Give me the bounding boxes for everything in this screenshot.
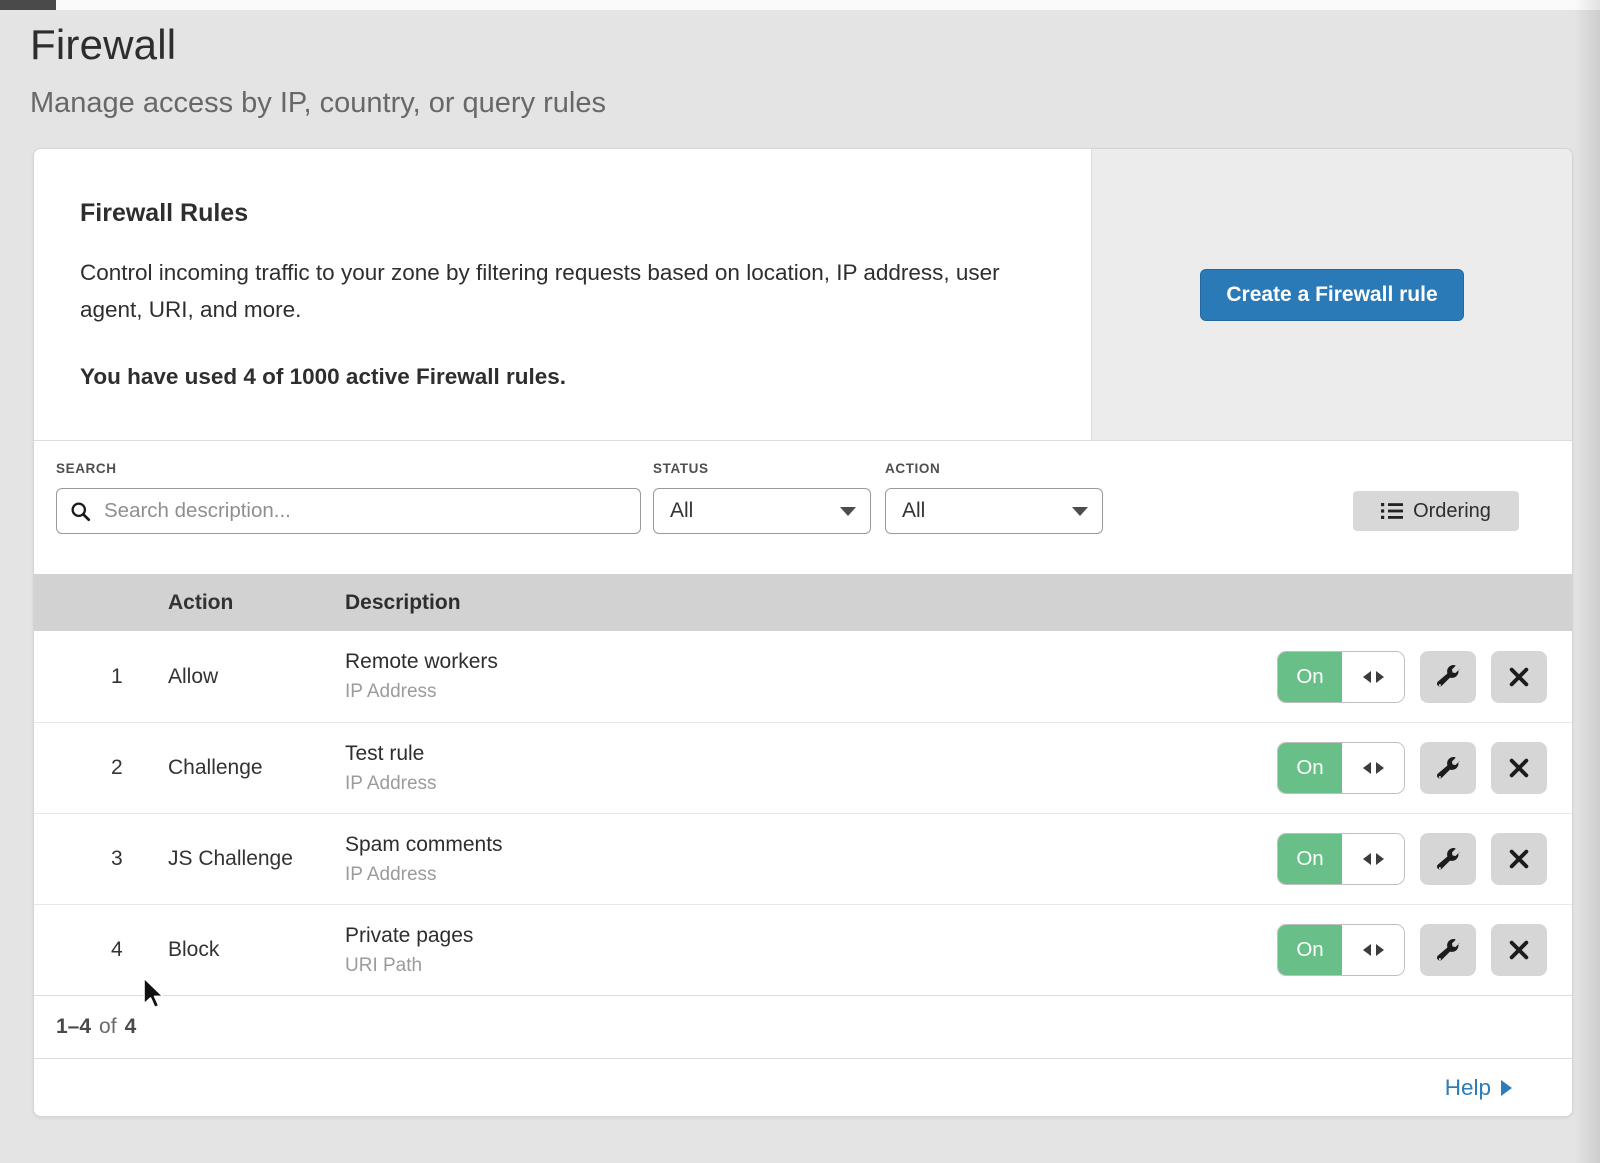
table-header: Action Description [34,574,1572,631]
close-icon [1508,757,1530,779]
column-header-action: Action [168,591,345,615]
card-top-section: Firewall Rules Control incoming traffic … [34,149,1572,441]
chevron-down-icon [840,507,856,516]
rule-controls: On [1277,651,1572,703]
help-link-label: Help [1445,1075,1491,1101]
rules-usage-text: You have used 4 of 1000 active Firewall … [80,364,1051,390]
rule-action: Challenge [168,756,345,780]
rule-action: Allow [168,665,345,689]
delete-rule-button[interactable] [1491,651,1547,703]
table-row: 1 Allow Remote workers IP Address On [34,631,1572,722]
edit-rule-button[interactable] [1420,651,1476,703]
window-top-strip [0,0,1600,10]
filters-bar: SEARCH STATUS All ACTION All Ordering [34,441,1572,574]
pagination-of: of [99,1015,117,1039]
arrow-right-icon [1501,1080,1512,1096]
rule-match-type: IP Address [345,681,1277,703]
table-row: 3 JS Challenge Spam comments IP Address … [34,813,1572,904]
edit-rule-button[interactable] [1420,924,1476,976]
create-firewall-rule-button[interactable]: Create a Firewall rule [1200,269,1463,321]
rule-enabled-toggle[interactable]: On [1277,924,1405,976]
ordering-button-label: Ordering [1413,500,1491,523]
window-top-corner [0,0,56,10]
card-top-text: Firewall Rules Control incoming traffic … [34,149,1091,440]
search-box[interactable] [56,488,641,534]
rule-priority: 3 [111,847,168,871]
close-icon [1508,848,1530,870]
close-icon [1508,939,1530,961]
action-label: ACTION [885,461,940,476]
rule-priority: 2 [111,756,168,780]
card-footer: Help [34,1058,1572,1116]
page-subtitle: Manage access by IP, country, or query r… [30,86,1600,120]
wrench-icon [1437,939,1460,962]
wrench-icon [1437,665,1460,688]
delete-rule-button[interactable] [1491,833,1547,885]
edit-rule-button[interactable] [1420,742,1476,794]
column-header-description: Description [345,591,1572,615]
card-description: Control incoming traffic to your zone by… [80,254,1030,328]
search-input[interactable] [102,498,628,524]
rule-action: JS Challenge [168,847,345,871]
close-icon [1508,666,1530,688]
rule-description: Remote workers [345,650,1277,674]
rule-controls: On [1277,924,1572,976]
wrench-icon [1437,848,1460,871]
rules-table-body: 1 Allow Remote workers IP Address On [34,631,1572,995]
list-ordering-icon [1381,502,1403,520]
help-link[interactable]: Help [1445,1075,1512,1101]
status-select[interactable]: All [653,488,871,534]
rule-match-type: URI Path [345,955,1277,977]
rule-action: Block [168,938,345,962]
toggle-arrows-icon[interactable] [1342,652,1404,702]
rule-priority: 4 [111,938,168,962]
rule-enabled-toggle[interactable]: On [1277,742,1405,794]
ordering-button[interactable]: Ordering [1353,491,1519,531]
delete-rule-button[interactable] [1491,742,1547,794]
rule-priority: 1 [111,665,168,689]
toggle-on-label[interactable]: On [1278,834,1342,884]
page-header: Firewall Manage access by IP, country, o… [0,0,1600,120]
pagination-range: 1–4 [56,1015,91,1039]
page-title: Firewall [30,20,1600,70]
firewall-rules-card: Firewall Rules Control incoming traffic … [33,148,1573,1117]
toggle-arrows-icon[interactable] [1342,743,1404,793]
search-label: SEARCH [56,461,117,476]
action-select-value: All [902,499,925,523]
toggle-on-label[interactable]: On [1278,652,1342,702]
search-icon [69,500,92,523]
toggle-on-label[interactable]: On [1278,925,1342,975]
pagination-bar: 1–4 of 4 [34,995,1572,1058]
rule-description: Private pages [345,924,1277,948]
table-row: 2 Challenge Test rule IP Address On [34,722,1572,813]
delete-rule-button[interactable] [1491,924,1547,976]
edit-rule-button[interactable] [1420,833,1476,885]
wrench-icon [1437,757,1460,780]
rule-enabled-toggle[interactable]: On [1277,833,1405,885]
status-label: STATUS [653,461,709,476]
toggle-on-label[interactable]: On [1278,743,1342,793]
rule-description: Test rule [345,742,1277,766]
right-edge-shading [1574,0,1600,1163]
chevron-down-icon [1072,507,1088,516]
card-heading: Firewall Rules [80,199,1051,228]
rule-description: Spam comments [345,833,1277,857]
rule-controls: On [1277,742,1572,794]
rule-match-type: IP Address [345,864,1277,886]
rule-enabled-toggle[interactable]: On [1277,651,1405,703]
action-select[interactable]: All [885,488,1103,534]
toggle-arrows-icon[interactable] [1342,834,1404,884]
table-row: 4 Block Private pages URI Path On [34,904,1572,995]
status-select-value: All [670,499,693,523]
pagination-total: 4 [125,1015,137,1039]
toggle-arrows-icon[interactable] [1342,925,1404,975]
rule-controls: On [1277,833,1572,885]
rule-match-type: IP Address [345,773,1277,795]
card-top-action-panel: Create a Firewall rule [1091,149,1572,440]
